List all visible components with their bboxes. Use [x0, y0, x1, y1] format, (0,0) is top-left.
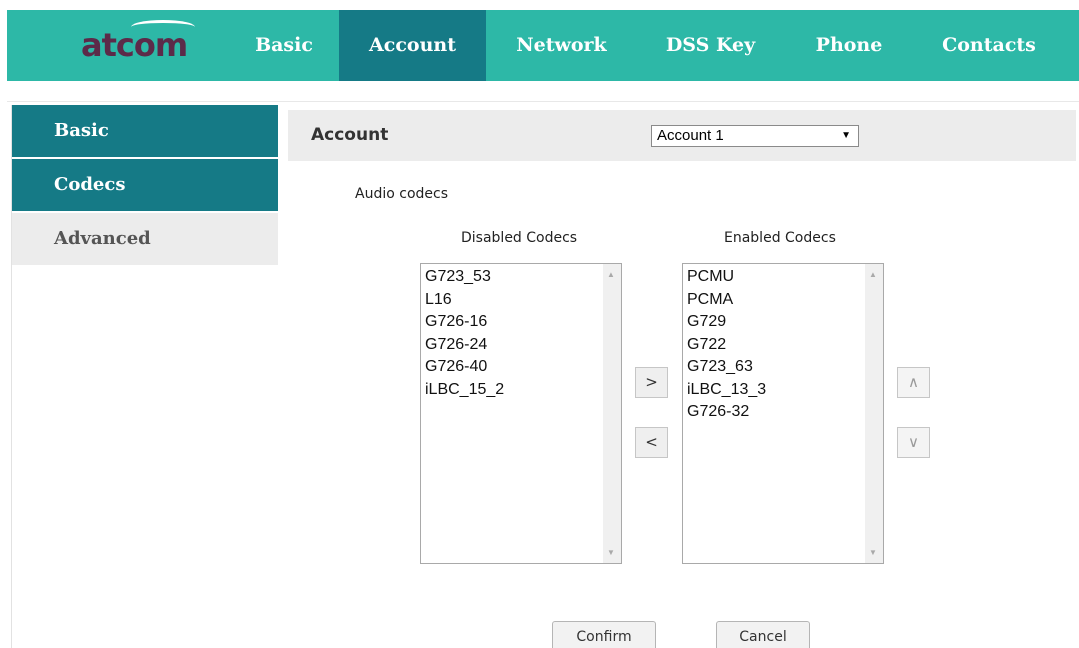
- enabled-codecs-title: Enabled Codecs: [724, 230, 836, 246]
- list-item[interactable]: G726-40: [425, 356, 504, 379]
- list-item[interactable]: iLBC_13_3: [687, 379, 766, 402]
- scrollbar[interactable]: ▲ ▼: [603, 264, 621, 563]
- nav-tab-network[interactable]: Network: [494, 10, 629, 81]
- list-item[interactable]: PCMA: [687, 289, 766, 312]
- account-select[interactable]: Account 1 ▼: [651, 125, 859, 147]
- list-item[interactable]: L16: [425, 289, 504, 312]
- list-item[interactable]: PCMU: [687, 266, 766, 289]
- logo-swoosh: [131, 20, 195, 34]
- scroll-up-icon[interactable]: ▲: [607, 270, 615, 279]
- list-item[interactable]: G723_53: [425, 266, 504, 289]
- move-up-button[interactable]: ∧: [897, 367, 930, 398]
- cancel-button[interactable]: Cancel: [716, 621, 810, 648]
- move-down-button[interactable]: ∨: [897, 427, 930, 458]
- nav-tab-phone[interactable]: Phone: [783, 10, 915, 81]
- move-to-enabled-button[interactable]: >: [635, 367, 668, 398]
- list-item[interactable]: G726-32: [687, 401, 766, 424]
- confirm-button[interactable]: Confirm: [552, 621, 656, 648]
- move-to-disabled-button[interactable]: <: [635, 427, 668, 458]
- account-select-value: Account 1: [657, 127, 724, 144]
- scrollbar[interactable]: ▲ ▼: [865, 264, 883, 563]
- scroll-up-icon[interactable]: ▲: [869, 270, 877, 279]
- account-bar: Account Account 1 ▼: [288, 110, 1076, 161]
- scroll-down-icon[interactable]: ▼: [869, 548, 877, 557]
- list-item[interactable]: G723_63: [687, 356, 766, 379]
- account-label: Account: [311, 125, 389, 145]
- header-divider: [7, 101, 1079, 102]
- nav-tab-dss-key[interactable]: DSS Key: [638, 10, 783, 81]
- sidebar-item-codecs[interactable]: Codecs: [12, 159, 278, 211]
- nav-tab-basic[interactable]: Basic: [233, 10, 335, 81]
- list-item[interactable]: G729: [687, 311, 766, 334]
- enabled-codecs-list[interactable]: PCMU PCMA G729 G722 G723_63 iLBC_13_3 G7…: [682, 263, 884, 564]
- list-item[interactable]: G726-24: [425, 334, 504, 357]
- nav-tab-account[interactable]: Account: [339, 10, 486, 81]
- nav-tab-contacts[interactable]: Contacts: [919, 10, 1059, 81]
- list-item[interactable]: G722: [687, 334, 766, 357]
- disabled-codecs-list[interactable]: G723_53 L16 G726-16 G726-24 G726-40 iLBC…: [420, 263, 622, 564]
- disabled-codecs-title: Disabled Codecs: [461, 230, 578, 246]
- list-item[interactable]: G726-16: [425, 311, 504, 334]
- top-nav-bar: atcom Basic Account Network DSS Key Phon…: [7, 10, 1079, 81]
- dropdown-arrow-icon: ▼: [841, 130, 851, 141]
- sidebar: Basic Codecs Advanced: [11, 105, 278, 648]
- atcom-logo: atcom: [81, 20, 195, 62]
- scroll-down-icon[interactable]: ▼: [607, 548, 615, 557]
- audio-codecs-title: Audio codecs: [355, 186, 448, 202]
- sidebar-item-advanced[interactable]: Advanced: [12, 213, 278, 265]
- sidebar-item-basic[interactable]: Basic: [12, 105, 278, 157]
- list-item[interactable]: iLBC_15_2: [425, 379, 504, 402]
